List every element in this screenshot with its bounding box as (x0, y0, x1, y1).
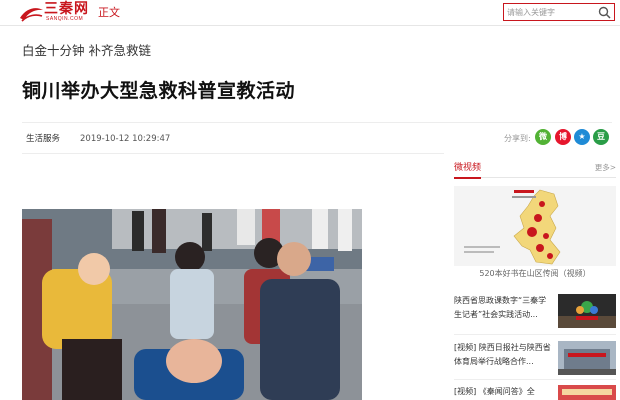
logo-subtext: SANQIN.COM (46, 16, 84, 22)
featured-video-thumbnail[interactable] (454, 186, 616, 266)
site-logo[interactable]: 三秦网 SANQIN.COM (18, 2, 90, 24)
news-item-thumbnail[interactable] (558, 385, 616, 400)
article-datetime: 2019-10-12 10:29:47 (80, 134, 171, 144)
search-input[interactable] (507, 5, 595, 19)
shaanxi-map-graphic (454, 186, 616, 266)
article-category[interactable]: 生活服务 (26, 133, 60, 145)
news-item-title[interactable]: 陕西省思政课数字“三秦学生记者”社会实践活动... (454, 294, 554, 322)
news-item-thumbnail[interactable] (558, 341, 616, 375)
logo-mark-icon (20, 8, 43, 22)
logo-text: 三秦网 (44, 1, 89, 17)
weibo-icon[interactable]: 博 (555, 129, 571, 145)
divider (454, 334, 616, 335)
more-link[interactable]: 更多> (595, 163, 616, 173)
qzone-icon[interactable]: ★ (574, 129, 590, 145)
search-box (503, 3, 615, 21)
site-header: 三秦网 SANQIN.COM 正文 (0, 0, 620, 26)
cpr-training-photo (22, 209, 362, 400)
search-icon[interactable] (598, 6, 611, 19)
building-thumbnail-graphic (558, 341, 616, 375)
article-photo (22, 209, 362, 400)
wechat-icon[interactable]: 微 (535, 129, 551, 145)
divider (22, 153, 444, 154)
featured-video-caption[interactable]: 520本好书在山区传阅（视频） (454, 268, 616, 279)
news-item-thumbnail[interactable] (558, 294, 616, 328)
sidebar-news-item[interactable]: [视频] 《秦闻问答》全 (454, 385, 616, 400)
sidebar-news-item[interactable]: 陕西省思政课数字“三秦学生记者”社会实践活动... (454, 294, 616, 332)
show-thumbnail-graphic (558, 385, 616, 400)
share-label: 分享到: (504, 134, 531, 143)
divider (22, 122, 612, 123)
news-item-title[interactable]: [视频] 陕西日报社与陕西省体育局举行战略合作... (454, 341, 554, 369)
event-thumbnail-graphic (558, 294, 616, 328)
sidebar-header: 微视频 更多> (454, 162, 616, 179)
nav-body-link[interactable]: 正文 (98, 6, 120, 20)
article-kicker: 白金十分钟 补齐急救链 (22, 43, 151, 58)
divider (454, 379, 616, 380)
news-item-title[interactable]: [视频] 《秦闻问答》全 (454, 385, 554, 399)
sidebar-section-title[interactable]: 微视频 (454, 162, 482, 179)
douban-icon[interactable]: 豆 (593, 129, 609, 145)
article-title: 铜川举办大型急救科普宣教活动 (22, 80, 296, 102)
sidebar-news-item[interactable]: [视频] 陕西日报社与陕西省体育局举行战略合作... (454, 341, 616, 379)
